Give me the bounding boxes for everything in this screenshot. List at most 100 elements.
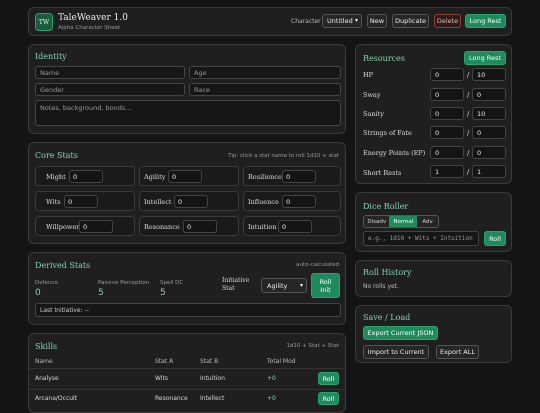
table-row: Arcana/Occult Resonance Intellect +0 Rol… (29, 390, 345, 408)
resource-max[interactable]: 0 (472, 146, 506, 159)
header-long-rest-button[interactable]: Long Rest (465, 14, 506, 28)
stat-intellect[interactable]: Intellect 0 (139, 191, 239, 211)
age-field[interactable]: Age (189, 66, 341, 79)
export-json-button[interactable]: Export Current JSON (363, 326, 438, 340)
initiative-select-value: Agility (267, 281, 288, 290)
stat-input[interactable]: 0 (79, 220, 113, 233)
resource-max[interactable]: 10 (472, 107, 506, 120)
stat-input[interactable]: 0 (174, 195, 208, 208)
character-select[interactable]: Untitled ▾ (322, 14, 362, 28)
initiative-select[interactable]: Agility ▾ (261, 278, 307, 293)
table-row: Analyse Wits Intuition +0 Roll (29, 370, 345, 388)
skill-name: Arcana/Occult (35, 395, 78, 402)
resource-current[interactable]: 1 (430, 165, 464, 178)
duplicate-button[interactable]: Duplicate (392, 14, 429, 28)
stat-resonance[interactable]: Resonance 0 (139, 216, 239, 236)
stat-input[interactable]: 0 (183, 220, 217, 233)
stat-input[interactable]: 0 (64, 195, 98, 208)
save-title: Save / Load (363, 313, 411, 322)
skill-stat-b: Intellect (200, 395, 225, 402)
race-field[interactable]: Race (189, 83, 341, 96)
resources-title: Resources (363, 54, 405, 63)
skills-note: 1d10 + Stat + Stat (286, 343, 339, 349)
derived-stats-panel: Derived Stats auto-calculated Defence 0 … (28, 252, 346, 325)
gender-field[interactable]: Gender (35, 83, 185, 96)
stat-input[interactable]: 0 (168, 170, 202, 183)
resource-max[interactable]: 10 (472, 68, 506, 81)
dice-expression-input[interactable]: e.g., 1d10 + Wits + Intuition (363, 231, 479, 246)
identity-panel: Identity Name Age Gender Race Notes, bac… (28, 44, 346, 134)
dice-roll-button[interactable]: Roll (484, 231, 506, 246)
spelldc-label: Spell DC (160, 280, 184, 286)
stat-label[interactable]: Intuition (248, 223, 276, 231)
character-select-value: Untitled (327, 17, 353, 25)
resource-label: Sway (363, 91, 381, 99)
skill-roll-button[interactable]: Roll (318, 392, 339, 405)
resource-sep: / (467, 168, 470, 176)
import-button[interactable]: Import to Current (363, 345, 429, 359)
dice-title: Dice Roller (363, 202, 409, 211)
stat-label[interactable]: Influence (248, 198, 279, 206)
defence-value: 0 (35, 288, 41, 298)
stat-label[interactable]: Wits (46, 198, 61, 206)
stat-label[interactable]: Intellect (144, 198, 171, 206)
last-initiative: Last Initiative: -- (35, 303, 341, 317)
stat-label[interactable]: Willpower (46, 223, 79, 231)
stat-input[interactable]: 0 (278, 220, 312, 233)
stat-input[interactable]: 0 (282, 195, 316, 208)
skills-col-stat-a: Stat A (155, 358, 174, 365)
stat-resilience[interactable]: Resilience 0 (243, 166, 341, 186)
identity-title: Identity (35, 52, 67, 61)
derived-title: Derived Stats (35, 261, 91, 270)
stat-willpower[interactable]: Willpower 0 (35, 216, 135, 236)
resource-sep: / (467, 71, 470, 79)
skill-mod: +0 (267, 375, 276, 382)
mode-disadv-button[interactable]: Disadv (364, 216, 390, 227)
resource-label: HP (363, 71, 374, 79)
resource-max[interactable]: 0 (472, 126, 506, 139)
skill-stat-a: Wits (155, 375, 168, 382)
delete-button[interactable]: Delete (434, 14, 461, 28)
defence-label: Defence (35, 280, 58, 286)
resource-current[interactable]: 0 (430, 68, 464, 81)
resource-current[interactable]: 0 (430, 126, 464, 139)
stat-label[interactable]: Resonance (144, 223, 180, 231)
skill-roll-button[interactable]: Roll (318, 372, 339, 385)
core-stats-tip: Tip: click a stat name to roll 1d10 + st… (228, 153, 339, 159)
perception-label: Passive Perception (98, 280, 150, 286)
name-field[interactable]: Name (35, 66, 185, 79)
resource-label: Sanity (363, 110, 384, 118)
history-empty-text: No rolls yet. (363, 283, 399, 290)
stat-influence[interactable]: Influence 0 (243, 191, 341, 211)
core-stats-title: Core Stats (35, 151, 78, 160)
skill-stat-b: Intuition (200, 375, 225, 382)
table-divider (29, 368, 345, 369)
stat-agility[interactable]: Agility 0 (139, 166, 239, 186)
stat-label[interactable]: Might (46, 173, 66, 181)
stat-input[interactable]: 0 (69, 170, 103, 183)
resources-panel: Resources Long Rest HP 0 / 10 Sway 0 / 0… (355, 44, 512, 184)
app-title: TaleWeaver 1.0 (58, 13, 128, 23)
stat-wits[interactable]: Wits 0 (35, 191, 135, 211)
new-button[interactable]: New (367, 14, 387, 28)
resource-max[interactable]: 1 (472, 165, 506, 178)
stat-intuition[interactable]: Intuition 0 (243, 216, 341, 236)
roll-init-button[interactable]: Roll Init (311, 273, 340, 298)
export-all-button[interactable]: Export ALL (436, 345, 479, 359)
resource-current[interactable]: 0 (430, 146, 464, 159)
resource-current[interactable]: 0 (430, 88, 464, 101)
stat-label[interactable]: Resilience (248, 173, 282, 181)
stat-might[interactable]: Might 0 (35, 166, 135, 186)
resources-long-rest-button[interactable]: Long Rest (464, 51, 506, 65)
mode-normal-button[interactable]: Normal (389, 216, 418, 227)
mode-adv-button[interactable]: Adv (417, 216, 438, 227)
stat-label[interactable]: Agility (144, 173, 165, 181)
app-header: TW TaleWeaver 1.0 Alpha Character Sheet … (28, 7, 512, 36)
character-label: Character (291, 18, 321, 25)
resource-current[interactable]: 0 (430, 107, 464, 120)
skills-col-name: Name (35, 358, 53, 365)
stat-input[interactable]: 0 (282, 170, 316, 183)
resource-max[interactable]: 0 (472, 88, 506, 101)
notes-textarea[interactable]: Notes, background, bonds... (35, 100, 341, 126)
resource-sep: / (467, 149, 470, 157)
